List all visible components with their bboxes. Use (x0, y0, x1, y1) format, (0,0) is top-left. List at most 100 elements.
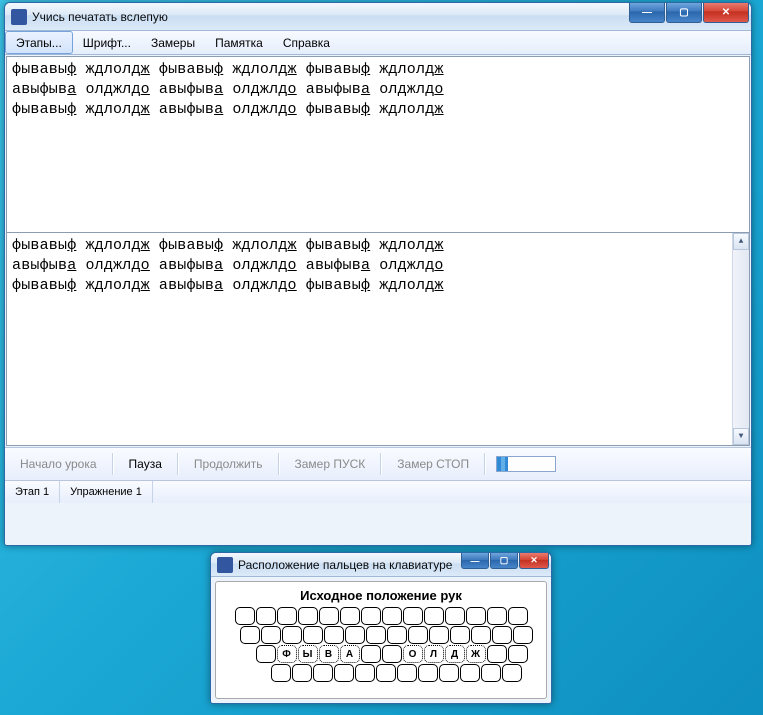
scroll-up-button[interactable]: ▲ (733, 233, 749, 250)
keyboard-key (376, 664, 396, 682)
continue-button[interactable]: Продолжить (183, 452, 274, 476)
keyboard-key (382, 607, 402, 625)
keyboard-key (429, 626, 449, 644)
keyboard-key (397, 664, 417, 682)
keyboard-key (345, 626, 365, 644)
menu-memo[interactable]: Памятка (205, 31, 273, 54)
toolbar: Начало урока Пауза Продолжить Замер ПУСК… (5, 447, 751, 481)
menu-stages[interactable]: Этапы... (5, 31, 73, 54)
keyboard-key (355, 664, 375, 682)
status-exercise: Упражнение 1 (60, 481, 153, 503)
keyboard-key: А (340, 645, 360, 663)
keyboard-key: Ы (298, 645, 318, 663)
keyboard-key (319, 607, 339, 625)
keyboard-key (282, 626, 302, 644)
keyboard-key (366, 626, 386, 644)
menu-font[interactable]: Шрифт... (73, 31, 141, 54)
keyboard-key (324, 626, 344, 644)
keyboard-key (361, 645, 381, 663)
keyboard-key: Л (424, 645, 444, 663)
keyboard-key (387, 626, 407, 644)
keyboard-key (424, 607, 444, 625)
keyboard-heading: Исходное положение рук (226, 588, 536, 603)
close-button[interactable]: ✕ (519, 553, 549, 569)
keyboard-key (277, 607, 297, 625)
keyboard-key (513, 626, 533, 644)
keyboard-key (292, 664, 312, 682)
keyboard-key (445, 607, 465, 625)
keyboard-key (382, 645, 402, 663)
keyboard-key (313, 664, 333, 682)
reference-text-pane: фывавыф ждлолдж фывавыф ждлолдж фывавыф … (7, 57, 749, 233)
status-stage: Этап 1 (5, 481, 60, 503)
main-window: Учись печатать вслепую — ▢ ✕ Этапы... Шр… (4, 2, 752, 546)
measure-stop-button[interactable]: Замер СТОП (386, 452, 480, 476)
keyboard-key (450, 626, 470, 644)
minimize-button[interactable]: — (461, 553, 489, 569)
keyboard-window: Расположение пальцев на клавиатуре — ▢ ✕… (210, 552, 552, 704)
separator (380, 453, 382, 475)
minimize-button[interactable]: — (629, 3, 665, 23)
keyboard-key (235, 607, 255, 625)
menu-measures[interactable]: Замеры (141, 31, 205, 54)
keyboard-body: Исходное положение рук ФЫВА ОЛДЖ (215, 581, 547, 699)
keyboard-key (508, 645, 528, 663)
measure-start-button[interactable]: Замер ПУСК (284, 452, 377, 476)
keyboard-key (361, 607, 381, 625)
separator (484, 453, 486, 475)
keyboard-key (502, 664, 522, 682)
keyboard-key (492, 626, 512, 644)
keyboard-key (418, 664, 438, 682)
keyboard-key (408, 626, 428, 644)
keyboard-key (261, 626, 281, 644)
keyboard-key (403, 607, 423, 625)
keyboard-key (256, 645, 276, 663)
progress-bar (496, 456, 556, 472)
window-title: Учись печатать вслепую (32, 10, 168, 24)
window-title-small: Расположение пальцев на клавиатуре (238, 558, 452, 572)
keyboard-key (340, 607, 360, 625)
input-text-pane[interactable]: фывавыф ждлолдж фывавыф ждлолдж фывавыф … (7, 233, 749, 445)
keyboard-key (466, 607, 486, 625)
separator (278, 453, 280, 475)
progress-fill (497, 457, 507, 471)
keyboard-key: Ф (277, 645, 297, 663)
workarea: фывавыф ждлолдж фывавыф ждлолдж фывавыф … (6, 56, 750, 446)
start-lesson-button[interactable]: Начало урока (9, 452, 108, 476)
keyboard-rows: ФЫВА ОЛДЖ (226, 607, 536, 682)
keyboard-key (460, 664, 480, 682)
scroll-down-button[interactable]: ▼ (733, 428, 749, 445)
keyboard-key (439, 664, 459, 682)
keyboard-key (298, 607, 318, 625)
keyboard-key: В (319, 645, 339, 663)
keyboard-key (240, 626, 260, 644)
keyboard-key (334, 664, 354, 682)
keyboard-key (508, 607, 528, 625)
reference-text: фывавыф ждлолдж фывавыф ждлолдж фывавыф … (12, 60, 744, 120)
maximize-button[interactable]: ▢ (490, 553, 518, 569)
app-icon (11, 9, 27, 25)
app-icon (217, 557, 233, 573)
menu-help[interactable]: Справка (273, 31, 340, 54)
titlebar[interactable]: Учись печатать вслепую — ▢ ✕ (5, 3, 751, 31)
separator (112, 453, 114, 475)
keyboard-key: О (403, 645, 423, 663)
separator (177, 453, 179, 475)
keyboard-key: Д (445, 645, 465, 663)
keyboard-key (487, 607, 507, 625)
input-text: фывавыф ждлолдж фывавыф ждлолдж фывавыф … (12, 236, 744, 296)
keyboard-key (271, 664, 291, 682)
close-button[interactable]: ✕ (703, 3, 749, 23)
keyboard-key (256, 607, 276, 625)
scrollbar[interactable]: ▲ ▼ (732, 233, 749, 445)
keyboard-key (487, 645, 507, 663)
keyboard-key (481, 664, 501, 682)
keyboard-key (303, 626, 323, 644)
statusbar: Этап 1 Упражнение 1 (5, 481, 751, 503)
keyboard-key: Ж (466, 645, 486, 663)
titlebar-small[interactable]: Расположение пальцев на клавиатуре — ▢ ✕ (211, 553, 551, 577)
maximize-button[interactable]: ▢ (666, 3, 702, 23)
menubar: Этапы... Шрифт... Замеры Памятка Справка (5, 31, 751, 55)
keyboard-key (471, 626, 491, 644)
pause-button[interactable]: Пауза (118, 452, 173, 476)
